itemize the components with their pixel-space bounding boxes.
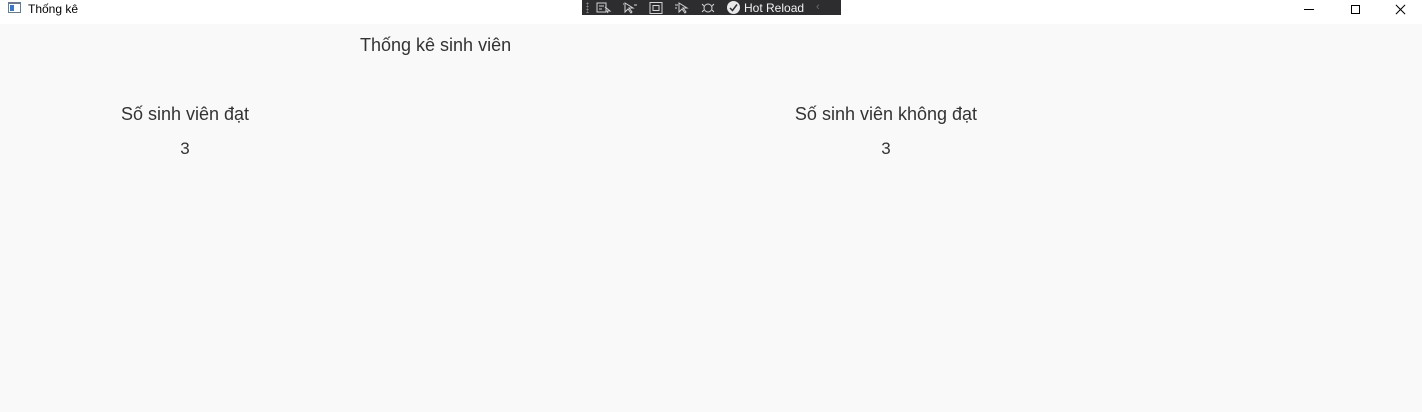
close-button[interactable] <box>1377 0 1422 18</box>
toolbar-grip-icon[interactable] <box>586 2 589 13</box>
checkmark-icon <box>727 1 740 14</box>
hot-reload-status[interactable]: Hot Reload <box>727 1 804 15</box>
display-layout-adorners-icon[interactable] <box>647 1 665 14</box>
chevron-left-icon[interactable]: ‹ <box>816 1 820 14</box>
passed-students-stat: Số sinh viên đạt 3 <box>121 103 249 159</box>
maximize-icon <box>1350 4 1360 14</box>
select-element-icon[interactable] <box>595 1 613 14</box>
passed-students-label: Số sinh viên đạt <box>120 104 250 124</box>
app-window-icon[interactable] <box>8 2 21 13</box>
hot-reload-label: Hot Reload <box>744 0 805 15</box>
failed-students-stat: Số sinh viên không đạt 3 <box>795 103 977 159</box>
close-icon <box>1395 4 1406 15</box>
track-focused-element-icon[interactable] <box>673 1 691 14</box>
xaml-debug-toolbar: Hot Reload ‹ <box>582 0 841 15</box>
failed-students-label: Số sinh viên không đạt <box>794 104 978 124</box>
failed-students-count: 3 <box>881 139 891 158</box>
maximize-button[interactable] <box>1332 0 1378 18</box>
page-title: Thống kê sinh viên <box>360 35 512 55</box>
passed-students-count: 3 <box>180 139 190 158</box>
app-window: Thống kê Hot Reload ‹ Thống kê sinh viên… <box>0 0 1422 412</box>
window-title: Thống kê <box>28 2 79 16</box>
minimize-icon <box>1304 8 1314 10</box>
binding-failures-icon[interactable] <box>699 1 717 14</box>
minimize-button[interactable] <box>1286 0 1332 18</box>
live-preview-icon[interactable] <box>621 1 639 14</box>
